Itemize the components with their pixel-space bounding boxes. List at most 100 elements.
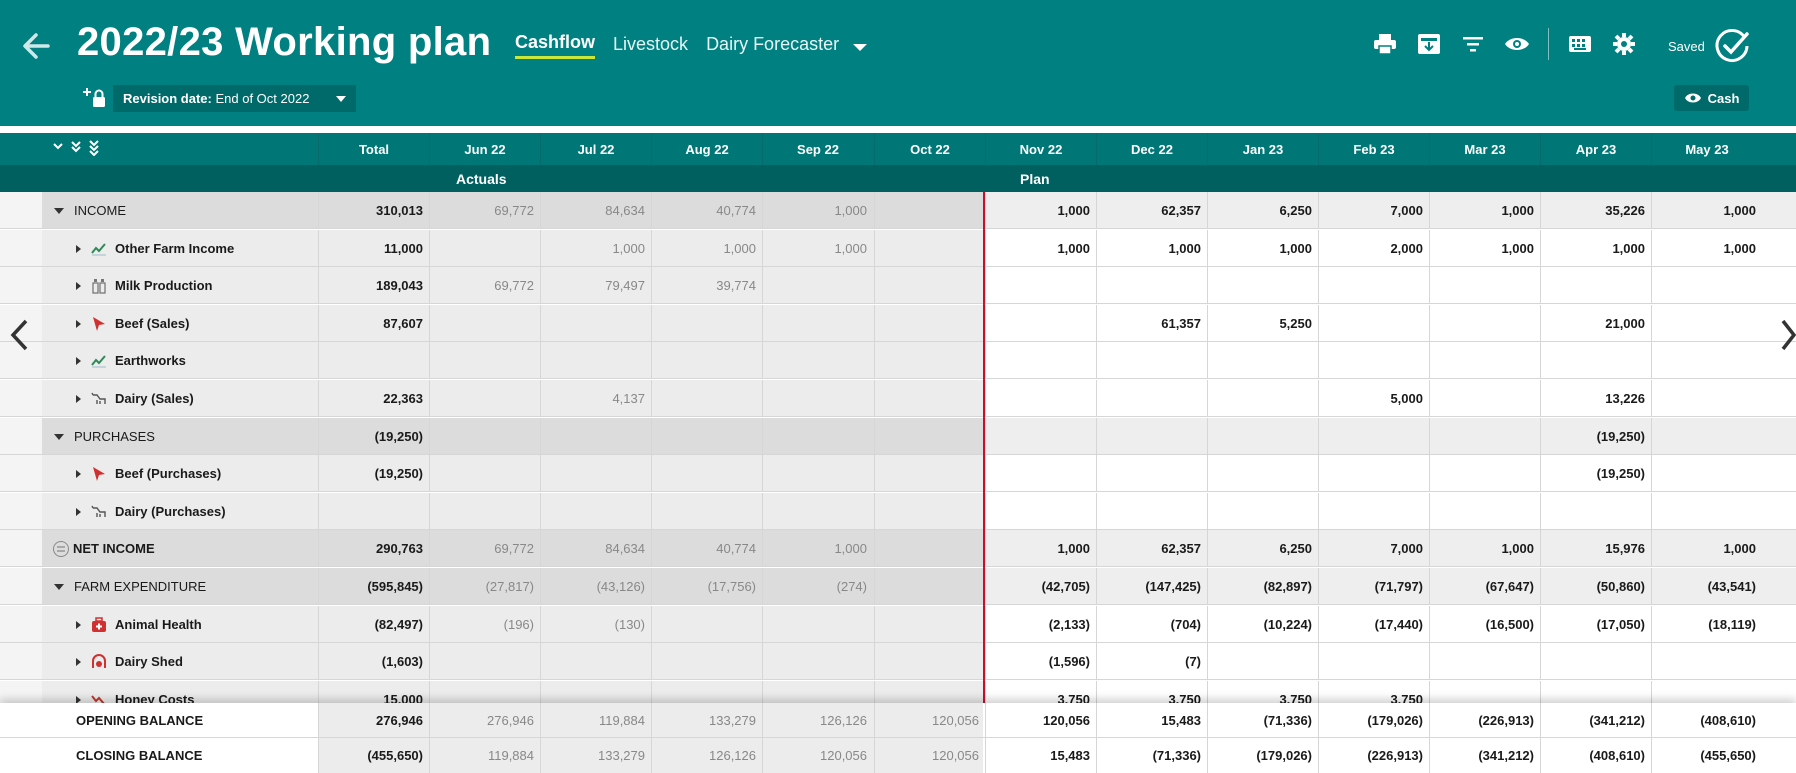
value-cell[interactable] bbox=[1429, 643, 1540, 680]
collapse-caret-icon[interactable] bbox=[54, 583, 64, 590]
tab-livestock[interactable]: Livestock bbox=[613, 34, 688, 58]
value-cell[interactable] bbox=[1651, 643, 1762, 680]
value-cell[interactable]: (19,250) bbox=[1540, 418, 1651, 455]
expand-caret-icon[interactable] bbox=[76, 469, 81, 478]
value-cell[interactable] bbox=[1207, 380, 1318, 417]
value-cell[interactable] bbox=[985, 342, 1096, 379]
value-cell[interactable]: 7,000 bbox=[1318, 192, 1429, 229]
value-cell[interactable] bbox=[1651, 380, 1762, 417]
value-cell[interactable]: (147,425) bbox=[1096, 568, 1207, 605]
value-cell[interactable] bbox=[1651, 267, 1762, 304]
table-row[interactable]: Honey Costs 15,000 3,750 3,750 3,750 3,750 bbox=[0, 681, 1796, 703]
group-row[interactable]: INCOME 310,013 69,772 84,634 40,774 1,000 1,00… bbox=[0, 192, 1796, 229]
tab-cashflow[interactable]: Cashflow bbox=[515, 32, 596, 59]
value-cell[interactable] bbox=[985, 267, 1096, 304]
value-cell[interactable] bbox=[1651, 455, 1762, 492]
value-cell[interactable]: 1,000 bbox=[1429, 530, 1540, 567]
value-cell[interactable] bbox=[1540, 493, 1651, 530]
value-cell[interactable]: 1,000 bbox=[1096, 230, 1207, 267]
collapse-one-icon[interactable] bbox=[52, 140, 64, 152]
table-row[interactable]: Other Farm Income 11,000 1,000 1,000 1,000 1,… bbox=[0, 230, 1796, 267]
value-cell[interactable]: (42,705) bbox=[985, 568, 1096, 605]
value-cell[interactable]: 1,000 bbox=[985, 192, 1096, 229]
value-cell[interactable]: 15,976 bbox=[1540, 530, 1651, 567]
expand-caret-icon[interactable] bbox=[76, 281, 81, 290]
revision-date-select[interactable]: Revision date: End of Oct 2022 bbox=[113, 85, 356, 112]
value-cell[interactable] bbox=[1207, 493, 1318, 530]
value-cell[interactable]: (50,860) bbox=[1540, 568, 1651, 605]
value-cell[interactable]: 1,000 bbox=[1651, 530, 1762, 567]
cash-view-button[interactable]: Cash bbox=[1674, 85, 1749, 111]
value-cell[interactable]: (10,224) bbox=[1207, 606, 1318, 643]
value-cell[interactable]: (16,500) bbox=[1429, 606, 1540, 643]
value-cell[interactable]: 1,000 bbox=[1207, 230, 1318, 267]
value-cell[interactable] bbox=[1429, 455, 1540, 492]
value-cell[interactable]: (18,119) bbox=[1651, 606, 1762, 643]
value-cell[interactable] bbox=[1429, 681, 1540, 703]
value-cell[interactable]: 1,000 bbox=[985, 530, 1096, 567]
value-cell[interactable]: 1,000 bbox=[1429, 230, 1540, 267]
table-row[interactable]: Dairy (Sales) 22,363 4,137 5,000 13,226 bbox=[0, 380, 1796, 417]
chevron-left-icon[interactable] bbox=[8, 318, 32, 352]
value-cell[interactable]: 13,226 bbox=[1540, 380, 1651, 417]
value-cell[interactable] bbox=[1318, 418, 1429, 455]
value-cell[interactable]: 21,000 bbox=[1540, 305, 1651, 342]
value-cell[interactable] bbox=[1207, 455, 1318, 492]
chevron-right-icon[interactable] bbox=[1780, 318, 1796, 352]
value-cell[interactable] bbox=[1318, 455, 1429, 492]
value-cell[interactable]: 1,000 bbox=[1429, 192, 1540, 229]
value-cell[interactable]: 3,750 bbox=[1207, 681, 1318, 703]
table-row[interactable]: Dairy Shed (1,603) (1,596) (7) bbox=[0, 643, 1796, 680]
value-cell[interactable] bbox=[1540, 267, 1651, 304]
value-cell[interactable] bbox=[1651, 342, 1762, 379]
value-cell[interactable] bbox=[1096, 418, 1207, 455]
filter-icon[interactable] bbox=[1458, 29, 1488, 59]
value-cell[interactable] bbox=[1540, 342, 1651, 379]
value-cell[interactable]: 6,250 bbox=[1207, 192, 1318, 229]
value-cell[interactable] bbox=[1318, 643, 1429, 680]
group-row[interactable]: FARM EXPENDITURE (595,845) (27,817) (43,126… bbox=[0, 568, 1796, 605]
value-cell[interactable]: (1,596) bbox=[985, 643, 1096, 680]
value-cell[interactable] bbox=[1429, 305, 1540, 342]
value-cell[interactable]: 62,357 bbox=[1096, 192, 1207, 229]
eye-icon[interactable] bbox=[1502, 29, 1532, 59]
value-cell[interactable] bbox=[1429, 493, 1540, 530]
gear-icon[interactable] bbox=[1609, 29, 1639, 59]
value-cell[interactable] bbox=[1651, 681, 1762, 703]
value-cell[interactable] bbox=[1540, 643, 1651, 680]
value-cell[interactable] bbox=[1429, 342, 1540, 379]
value-cell[interactable]: 62,357 bbox=[1096, 530, 1207, 567]
value-cell[interactable]: 1,000 bbox=[1651, 230, 1762, 267]
value-cell[interactable] bbox=[1429, 418, 1540, 455]
group-row[interactable]: PURCHASES (19,250) (19,250) bbox=[0, 418, 1796, 455]
value-cell[interactable] bbox=[1207, 418, 1318, 455]
value-cell[interactable] bbox=[1651, 493, 1762, 530]
value-cell[interactable]: (2,133) bbox=[985, 606, 1096, 643]
expand-caret-icon[interactable] bbox=[76, 394, 81, 403]
value-cell[interactable] bbox=[1096, 493, 1207, 530]
table-row[interactable]: Milk Production 189,043 69,772 79,497 39,774 bbox=[0, 267, 1796, 304]
value-cell[interactable]: 3,750 bbox=[985, 681, 1096, 703]
table-row[interactable]: Beef (Purchases) (19,250) (19,250) bbox=[0, 455, 1796, 492]
value-cell[interactable] bbox=[1207, 267, 1318, 304]
value-cell[interactable]: 3,750 bbox=[1318, 681, 1429, 703]
value-cell[interactable] bbox=[1096, 455, 1207, 492]
value-cell[interactable]: 6,250 bbox=[1207, 530, 1318, 567]
value-cell[interactable]: (82,897) bbox=[1207, 568, 1318, 605]
expand-caret-icon[interactable] bbox=[76, 657, 81, 666]
value-cell[interactable] bbox=[1540, 681, 1651, 703]
value-cell[interactable] bbox=[1096, 267, 1207, 304]
expand-caret-icon[interactable] bbox=[76, 620, 81, 629]
value-cell[interactable] bbox=[1318, 342, 1429, 379]
value-cell[interactable]: (17,050) bbox=[1540, 606, 1651, 643]
print-icon[interactable] bbox=[1370, 29, 1400, 59]
value-cell[interactable]: 7,000 bbox=[1318, 530, 1429, 567]
collapse-caret-icon[interactable] bbox=[54, 207, 64, 214]
value-cell[interactable]: 5,250 bbox=[1207, 305, 1318, 342]
table-row[interactable]: Dairy (Purchases) bbox=[0, 493, 1796, 530]
lock-plus-icon[interactable] bbox=[82, 87, 108, 109]
value-cell[interactable]: 35,226 bbox=[1540, 192, 1651, 229]
value-cell[interactable]: (17,440) bbox=[1318, 606, 1429, 643]
tab-dairy-forecaster[interactable]: Dairy Forecaster bbox=[706, 34, 839, 58]
value-cell[interactable] bbox=[1651, 305, 1762, 342]
